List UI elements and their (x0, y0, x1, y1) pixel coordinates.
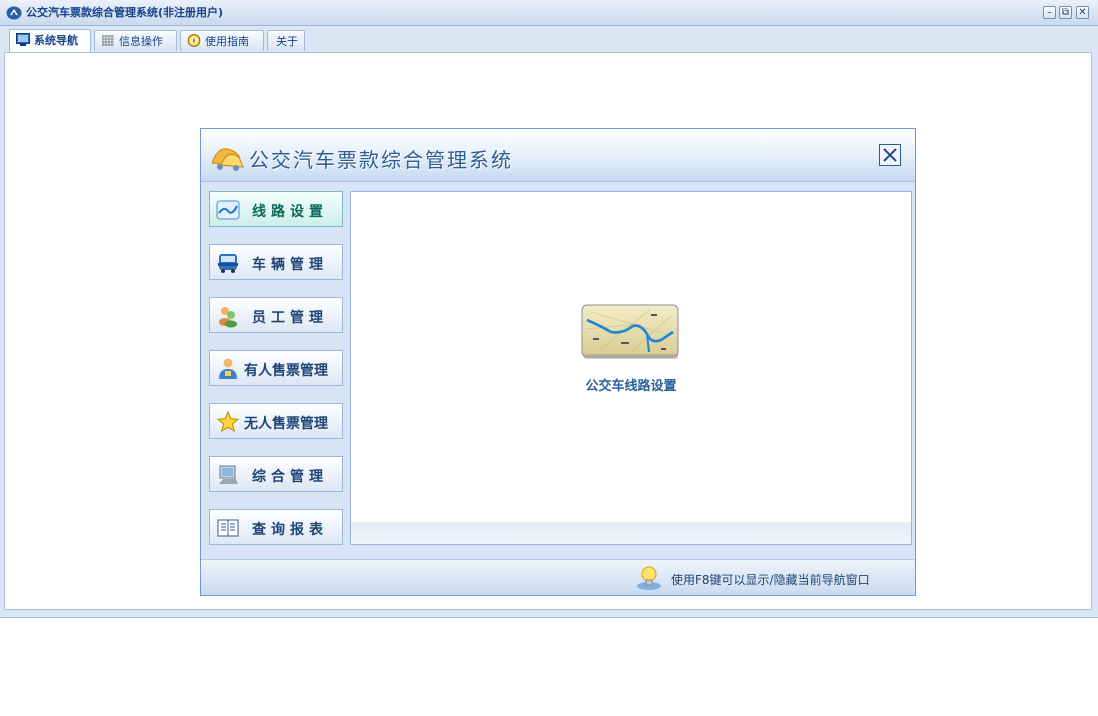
tab-about[interactable]: 关于 (267, 30, 305, 51)
content-footer (351, 522, 911, 544)
app-window: 公交汽车票款综合管理系统(非注册用户) – ⧉ ✕ 系统导航 信息操作 使用指南… (0, 0, 1098, 618)
star-icon (216, 410, 240, 433)
window-title: 公交汽车票款综合管理系统(非注册用户) (26, 6, 224, 19)
sidebar-item-label: 线路设置 (252, 204, 328, 220)
conductor-icon (219, 358, 237, 379)
menu-tab-bar: 系统导航 信息操作 使用指南 关于 (4, 28, 1092, 52)
sidebar-item-label: 员工管理 (252, 310, 328, 326)
app-logo-icon (6, 6, 22, 20)
sidebar-item-label: 综合管理 (252, 469, 328, 485)
route-settings-shortcut[interactable] (581, 304, 679, 360)
sidebar-item-route-settings[interactable]: 线路设置 (209, 191, 343, 227)
bus-icon (218, 254, 238, 273)
sidebar-item-label: 有人售票管理 (244, 363, 328, 379)
close-window-button[interactable]: ✕ (1076, 6, 1089, 19)
tab-system-navigation[interactable]: 系统导航 (9, 29, 91, 52)
sidebar-item-conductor-ticketing[interactable]: 有人售票管理 (209, 350, 343, 386)
tab-label: 信息操作 (119, 35, 163, 48)
sidebar-item-label: 车辆管理 (252, 257, 328, 273)
tab-label: 系统导航 (34, 34, 78, 47)
sidebar-item-label: 查询报表 (252, 522, 328, 538)
navigation-title: 公交汽车票款综合管理系统 (249, 148, 513, 172)
sidebar-item-label: 无人售票管理 (244, 416, 328, 432)
content-caption[interactable]: 公交车线路设置 (531, 375, 731, 394)
users-icon (219, 307, 237, 328)
hint-text: 使用F8键可以显示/隐藏当前导航窗口 (671, 573, 870, 587)
bus-logo-icon (211, 148, 244, 171)
compass-icon (187, 34, 201, 47)
computer-icon (219, 465, 238, 484)
close-icon (883, 148, 897, 162)
minimize-button[interactable]: – (1043, 6, 1056, 19)
report-icon (217, 519, 239, 537)
sidebar-item-staff-management[interactable]: 员工管理 (209, 297, 343, 333)
tab-label: 使用指南 (205, 35, 249, 48)
restore-button[interactable]: ⧉ (1059, 6, 1072, 19)
sidebar-item-general-management[interactable]: 综合管理 (209, 456, 343, 492)
close-navigation-button[interactable] (879, 144, 901, 166)
tab-user-guide[interactable]: 使用指南 (180, 30, 264, 51)
content-panel: 公交车线路设置 (350, 191, 912, 545)
route-map-icon (216, 200, 240, 220)
tab-label: 关于 (276, 35, 298, 48)
sidebar-item-query-reports[interactable]: 查询报表 (209, 509, 343, 545)
tab-info-operations[interactable]: 信息操作 (94, 30, 177, 51)
title-bar: 公交汽车票款综合管理系统(非注册用户) – ⧉ ✕ (0, 0, 1098, 26)
lightbulb-icon (637, 566, 661, 590)
route-map-thumbnail-icon (581, 304, 679, 359)
navigation-status-bar: 使用F8键可以显示/隐藏当前导航窗口 (201, 559, 915, 595)
sidebar-item-self-service-ticketing[interactable]: 无人售票管理 (209, 403, 343, 439)
navigation-header: 公交汽车票款综合管理系统 (201, 129, 915, 182)
grid-icon (102, 35, 114, 46)
monitor-icon (16, 33, 30, 46)
navigation-window: 公交汽车票款综合管理系统 线路设置 车辆管理 员工管理 有人售票管理 无人售票管… (200, 128, 916, 596)
sidebar-item-vehicle-management[interactable]: 车辆管理 (209, 244, 343, 280)
